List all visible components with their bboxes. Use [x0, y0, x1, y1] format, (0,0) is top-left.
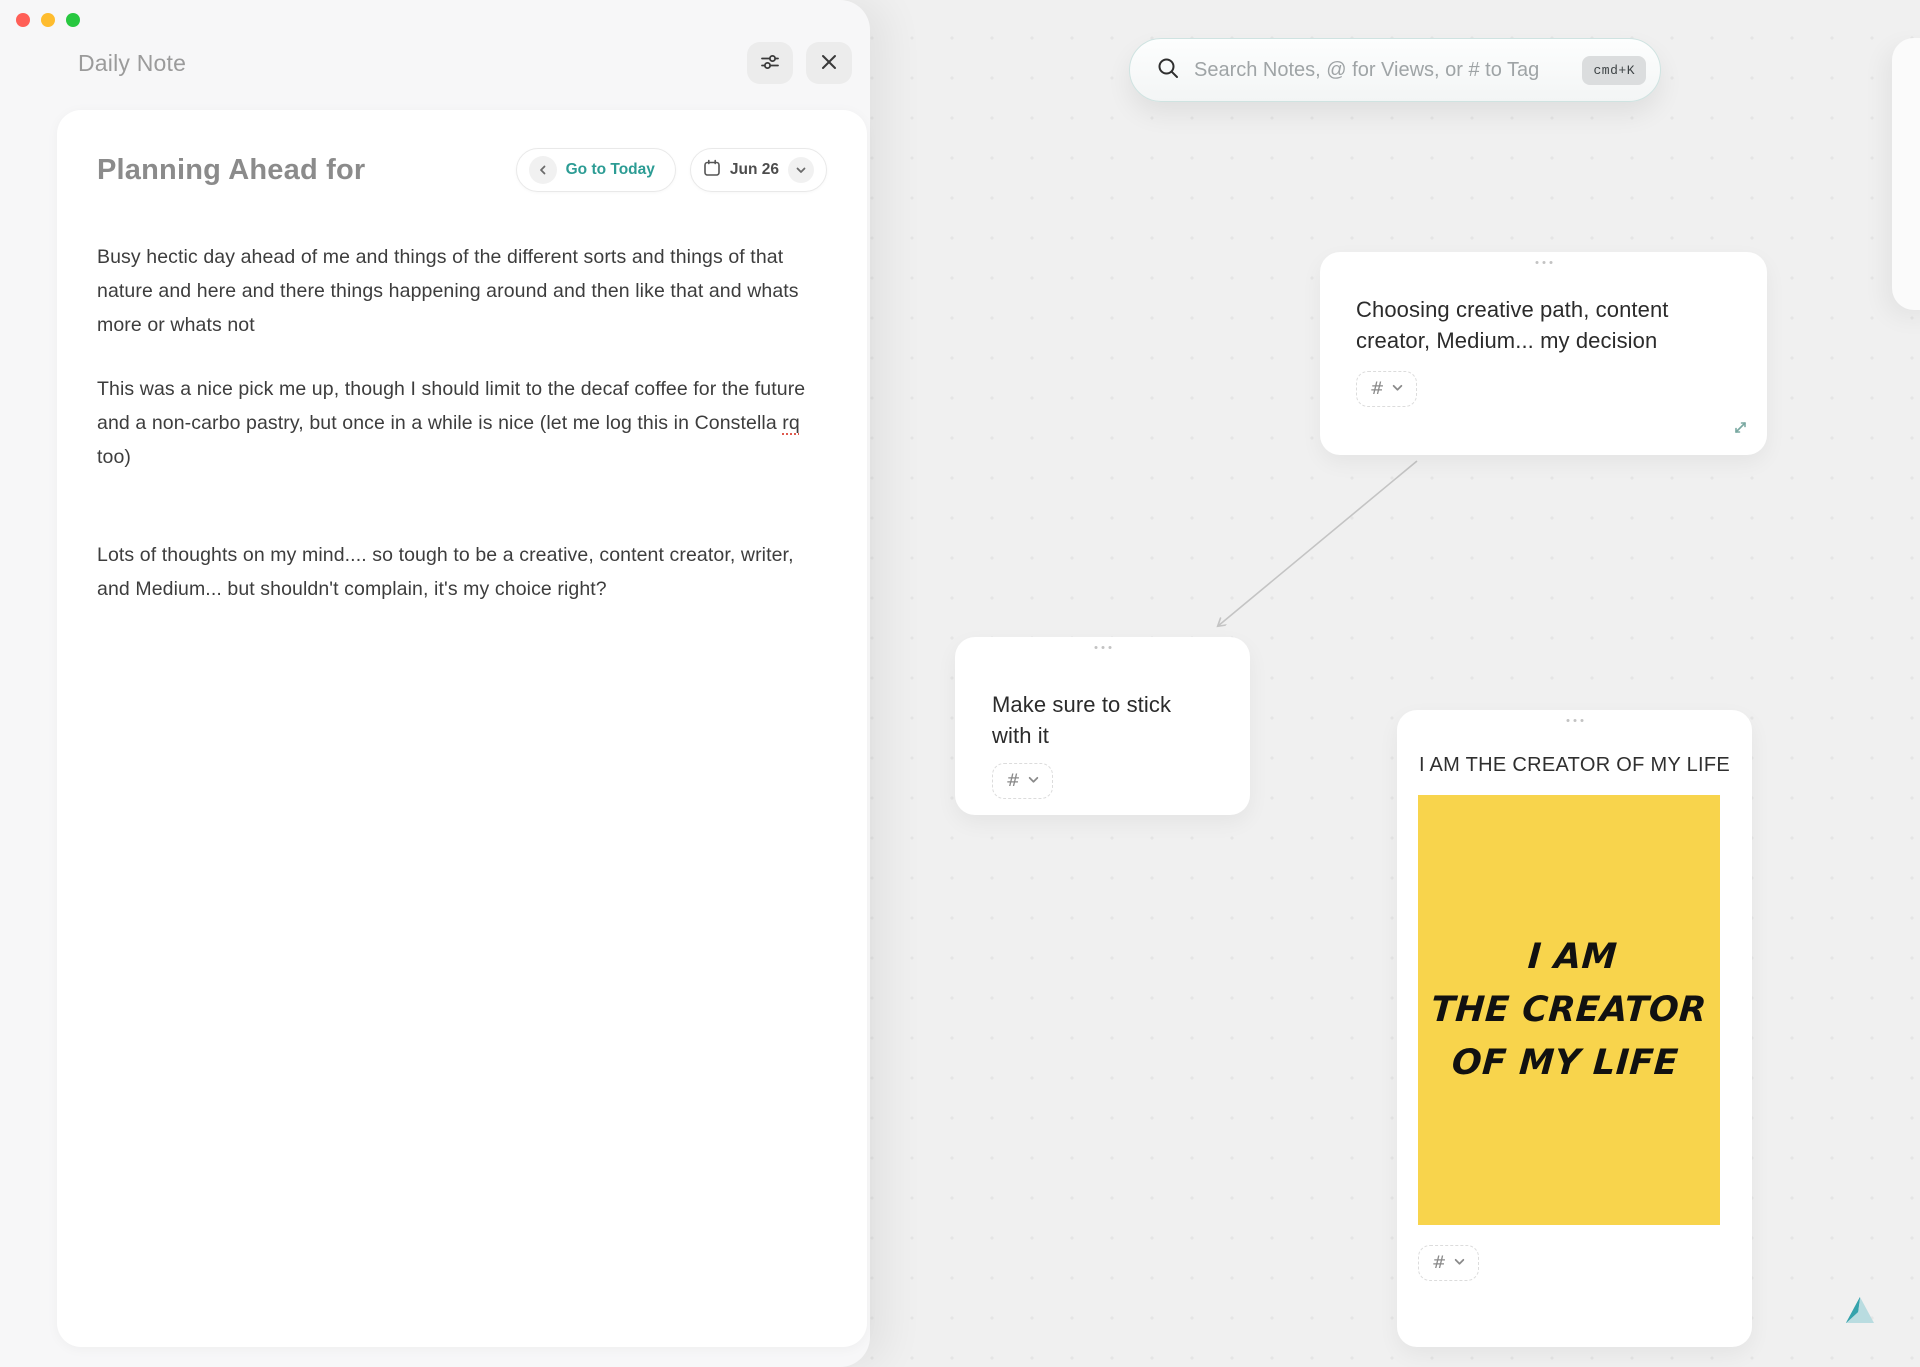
- date-dropdown-button[interactable]: [788, 157, 814, 183]
- paragraph-text: This was a nice pick me up, though I sho…: [97, 378, 806, 434]
- window-minimize-button[interactable]: [41, 13, 55, 27]
- paragraph-text: too): [97, 446, 132, 468]
- hash-tag-label: #: [1370, 379, 1385, 399]
- hash-tag-label: #: [1006, 771, 1021, 791]
- go-to-today-button[interactable]: Go to Today: [515, 148, 676, 192]
- search-input[interactable]: [1194, 58, 1583, 82]
- drag-handle-icon[interactable]: [1094, 646, 1111, 649]
- chevron-down-icon: [796, 162, 806, 178]
- search-icon: [1156, 56, 1180, 85]
- misspelled-word[interactable]: rq: [782, 412, 800, 434]
- note-paragraph[interactable]: Busy hectic day ahead of me and things o…: [97, 240, 809, 342]
- go-to-today-label: Go to Today: [565, 161, 655, 178]
- chevron-down-icon: [1392, 380, 1403, 398]
- tag-dropdown-button[interactable]: #: [1418, 1245, 1480, 1281]
- poster-text: I AM THE CREATOR OF MY LIFE: [1429, 936, 1709, 1083]
- window-zoom-button[interactable]: [66, 13, 80, 27]
- previous-day-button[interactable]: [528, 156, 557, 184]
- note-card-stick-with-it[interactable]: Make sure to stick with it #: [955, 637, 1250, 815]
- tag-dropdown-button[interactable]: #: [992, 763, 1054, 799]
- card-text[interactable]: Make sure to stick with it: [992, 689, 1213, 751]
- drag-handle-icon[interactable]: [1566, 719, 1583, 722]
- keyboard-shortcut-badge: cmd+K: [1582, 55, 1646, 85]
- settings-button[interactable]: [747, 42, 793, 84]
- date-picker-button[interactable]: Jun 26: [689, 148, 827, 192]
- calendar-icon: [703, 159, 721, 182]
- window-close-button[interactable]: [16, 13, 30, 27]
- tag-dropdown-button[interactable]: #: [1356, 371, 1418, 407]
- daily-note-editor-card: Planning Ahead for Go to Today Jun 26 Bu…: [57, 110, 867, 1347]
- hash-tag-label: #: [1432, 1253, 1447, 1273]
- expand-card-button[interactable]: [1732, 419, 1749, 441]
- date-label: Jun 26: [729, 161, 779, 178]
- chevron-left-icon: [538, 162, 548, 178]
- note-paragraph[interactable]: Lots of thoughts on my mind.... so tough…: [97, 538, 809, 606]
- card-title[interactable]: I AM THE CREATOR OF MY LIFE: [1418, 754, 1731, 777]
- daily-note-panel: Daily Note Planning Ahead for Go to Toda…: [0, 0, 870, 1367]
- note-title[interactable]: Planning Ahead for: [97, 154, 365, 187]
- drag-handle-icon[interactable]: [1535, 261, 1552, 264]
- note-body-editor[interactable]: Busy hectic day ahead of me and things o…: [97, 240, 809, 606]
- app-logo-button[interactable]: [1843, 1295, 1877, 1332]
- close-icon: [820, 53, 838, 74]
- window-controls: [16, 13, 80, 27]
- panel-title: Daily Note: [78, 50, 187, 76]
- card-text[interactable]: Choosing creative path, content creator,…: [1356, 294, 1731, 356]
- sliders-icon: [759, 51, 781, 76]
- poster-image[interactable]: I AM THE CREATOR OF MY LIFE: [1418, 795, 1720, 1225]
- app-logo-triangle-icon: [1843, 1297, 1877, 1331]
- note-card-choosing-creative-path[interactable]: Choosing creative path, content creator,…: [1320, 252, 1767, 455]
- expand-icon: [1732, 422, 1749, 440]
- panel-header: Daily Note: [0, 40, 870, 100]
- note-paragraph[interactable]: This was a nice pick me up, though I sho…: [97, 372, 809, 474]
- note-card-creator-of-my-life[interactable]: I AM THE CREATOR OF MY LIFE I AM THE CRE…: [1397, 710, 1752, 1347]
- offscreen-card-peek[interactable]: [1892, 38, 1920, 310]
- global-search-bar[interactable]: cmd+K: [1129, 38, 1661, 102]
- chevron-down-icon: [1028, 772, 1039, 790]
- close-panel-button[interactable]: [806, 42, 852, 84]
- chevron-down-icon: [1454, 1254, 1465, 1272]
